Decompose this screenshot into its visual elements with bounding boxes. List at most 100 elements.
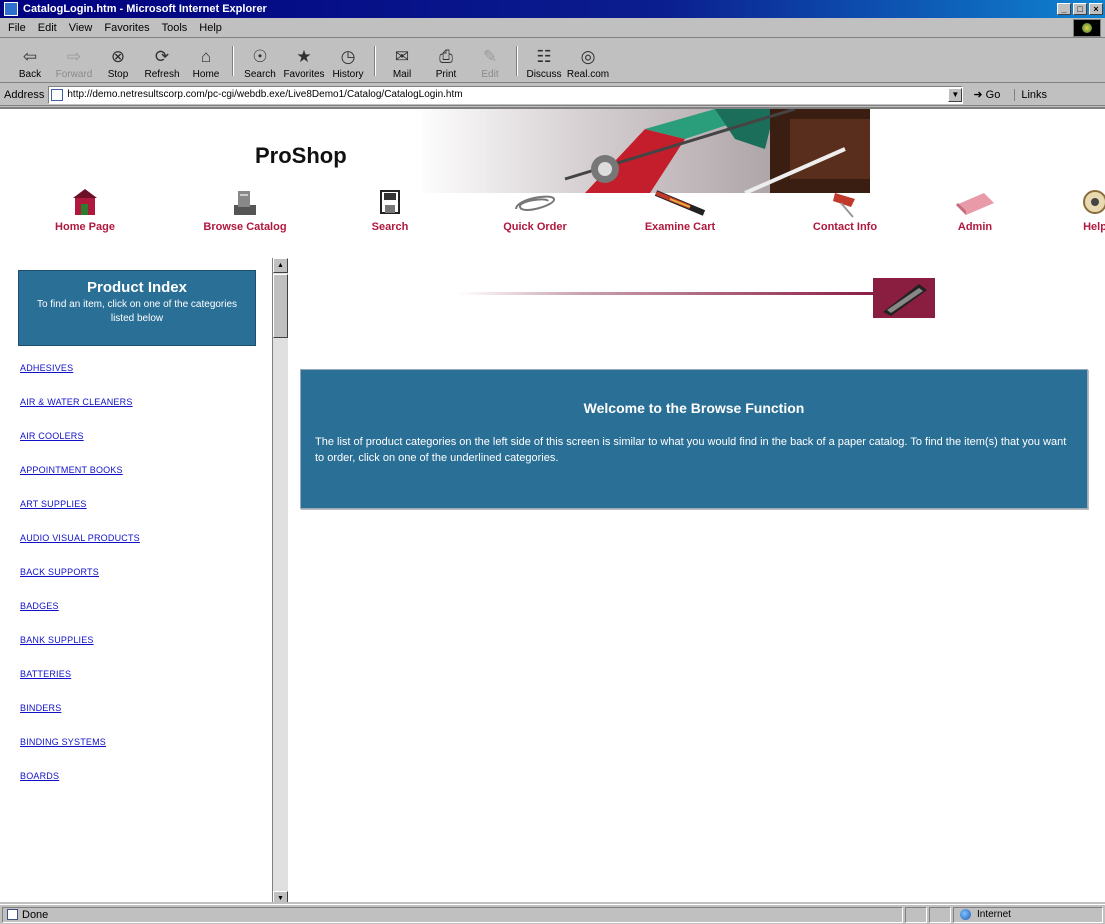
maximize-button[interactable]: □: [1073, 3, 1087, 15]
nav-quick-order[interactable]: Quick Order: [480, 185, 590, 233]
nav-browse-catalog[interactable]: Browse Catalog: [190, 185, 300, 233]
toolbar-button-label: Back: [18, 69, 42, 80]
browse-catalog-icon[interactable]: [190, 185, 300, 219]
scroll-up-button[interactable]: ▲: [273, 258, 288, 273]
nav-search[interactable]: Search: [335, 185, 445, 233]
category-link[interactable]: BOARDS: [20, 771, 59, 781]
banner-collage-icon: [415, 109, 870, 193]
nav-label[interactable]: Search: [335, 221, 445, 233]
sidebar-scrollbar[interactable]: ▲ ▼: [272, 258, 288, 902]
admin-icon[interactable]: [920, 185, 1030, 219]
category-item: BACK SUPPORTS: [20, 566, 140, 600]
toolbar-real-com-button[interactable]: ◎ Real.com: [566, 40, 610, 82]
minimize-button[interactable]: _: [1057, 3, 1071, 15]
category-link[interactable]: ADHESIVES: [20, 363, 73, 373]
site-brand: ProShop: [255, 143, 347, 168]
category-link[interactable]: BADGES: [20, 601, 59, 611]
nav-label[interactable]: Home Page: [30, 221, 140, 233]
contact-info-icon[interactable]: [790, 185, 900, 219]
category-link[interactable]: APPOINTMENT BOOKS: [20, 465, 123, 475]
history-icon: ◷: [340, 47, 356, 66]
address-url[interactable]: http://demo.netresultscorp.com/pc-cgi/we…: [67, 89, 462, 100]
nav-label[interactable]: Contact Info: [790, 221, 900, 233]
toolbar-separator: [516, 46, 518, 76]
toolbar-search-button[interactable]: ☉ Search: [238, 40, 282, 82]
nav-examine-cart[interactable]: Examine Cart: [625, 185, 735, 233]
toolbar-discuss-button[interactable]: ☷ Discuss: [522, 40, 566, 82]
nav-label[interactable]: Help: [1040, 221, 1105, 233]
nav-home-page[interactable]: Home Page: [30, 185, 140, 233]
category-link[interactable]: BATTERIES: [20, 669, 71, 679]
category-link[interactable]: AIR COOLERS: [20, 431, 84, 441]
page-icon: [51, 88, 64, 101]
toolbar-button-label: Mail: [392, 69, 412, 80]
toolbar-stop-button[interactable]: ⊗ Stop: [96, 40, 140, 82]
nav-admin[interactable]: Admin: [920, 185, 1030, 233]
menu-tools[interactable]: Tools: [162, 22, 188, 34]
sidebar-content: Product Index To find an item, click on …: [0, 244, 272, 902]
category-link[interactable]: BACK SUPPORTS: [20, 567, 99, 577]
window-controls: _ □ ×: [1057, 3, 1103, 15]
close-button[interactable]: ×: [1089, 3, 1103, 15]
toolbar-history-button[interactable]: ◷ History: [326, 40, 370, 82]
toolbar-mail-button[interactable]: ✉ Mail: [380, 40, 424, 82]
toolbar-back-button[interactable]: ⇦ Back: [8, 40, 52, 82]
toolbar-edit-button: ✎ Edit: [468, 40, 512, 82]
category-item: ADHESIVES: [20, 362, 140, 396]
browser-viewport: ProShop Home Page Browse Catalog Search …: [0, 107, 1105, 902]
standard-toolbar: ⇦ Back ⇨ Forward ⊗ Stop ⟳ Refresh ⌂ Home ☉ Search ★ F…: [0, 39, 1105, 83]
toolbar-button-label: Forward: [55, 69, 93, 80]
menu-view[interactable]: View: [69, 22, 93, 34]
toolbar-separator: [232, 46, 234, 76]
links-button[interactable]: Links: [1014, 88, 1047, 101]
category-item: AUDIO VISUAL PRODUCTS: [20, 532, 140, 566]
refresh-icon: ⟳: [154, 47, 170, 66]
toolbar-refresh-button[interactable]: ⟳ Refresh: [140, 40, 184, 82]
product-index-title: Product Index: [86, 279, 187, 296]
nav-label[interactable]: Quick Order: [480, 221, 590, 233]
toolbar-print-button[interactable]: ⎙ Print: [424, 40, 468, 82]
nav-help[interactable]: Help: [1040, 185, 1105, 233]
category-link[interactable]: BINDING SYSTEMS: [20, 737, 106, 747]
product-index-box: Product Index To find an item, click on …: [18, 270, 256, 346]
go-button[interactable]: ➜ Go: [973, 88, 1000, 101]
nav-label[interactable]: Browse Catalog: [190, 221, 300, 233]
category-link[interactable]: AUDIO VISUAL PRODUCTS: [20, 533, 140, 543]
ie-app-icon[interactable]: [4, 2, 18, 16]
help-icon[interactable]: [1040, 185, 1105, 219]
forward-arrow-icon: ⇨: [66, 47, 82, 66]
address-bar: Address http://demo.netresultscorp.com/p…: [0, 84, 1105, 106]
menu-help[interactable]: Help: [199, 22, 222, 34]
menu-favorites[interactable]: Favorites: [104, 22, 149, 34]
category-list: ADHESIVES AIR & WATER CLEANERS AIR COOLERS…: [20, 362, 140, 804]
address-dropdown-button[interactable]: ▼: [948, 87, 963, 102]
category-link[interactable]: BINDERS: [20, 703, 61, 713]
category-link[interactable]: AIR & WATER CLEANERS: [20, 397, 133, 407]
nav-label[interactable]: Examine Cart: [625, 221, 735, 233]
scroll-down-button[interactable]: ▼: [273, 891, 288, 902]
category-item: BOARDS: [20, 770, 140, 804]
menu-file[interactable]: File: [8, 22, 26, 34]
status-cell: [929, 906, 951, 923]
quick-order-icon[interactable]: [480, 185, 590, 219]
search-page-icon[interactable]: [335, 185, 445, 219]
go-label: Go: [985, 89, 1001, 101]
decorative-divider: [458, 292, 878, 295]
toolbar-separator: [374, 46, 376, 76]
home-page-icon[interactable]: [30, 185, 140, 219]
menu-edit[interactable]: Edit: [38, 22, 57, 34]
address-input[interactable]: http://demo.netresultscorp.com/pc-cgi/we…: [48, 85, 964, 104]
nav-contact-info[interactable]: Contact Info: [790, 185, 900, 233]
toolbar-button-label: Discuss: [526, 69, 562, 80]
scroll-thumb[interactable]: [273, 274, 288, 338]
examine-cart-icon[interactable]: [625, 185, 735, 219]
nav-label[interactable]: Admin: [920, 221, 1030, 233]
toolbar-button-label: Print: [435, 69, 457, 80]
category-link[interactable]: ART SUPPLIES: [20, 499, 87, 509]
welcome-body: The list of product categories on the le…: [315, 436, 1067, 464]
toolbar-home-button[interactable]: ⌂ Home: [184, 40, 228, 82]
toolbar-favorites-button[interactable]: ★ Favorites: [282, 40, 326, 82]
toolbar-button-label: Search: [244, 69, 276, 80]
category-link[interactable]: BANK SUPPLIES: [20, 635, 94, 645]
favorites-icon: ★: [296, 47, 312, 66]
